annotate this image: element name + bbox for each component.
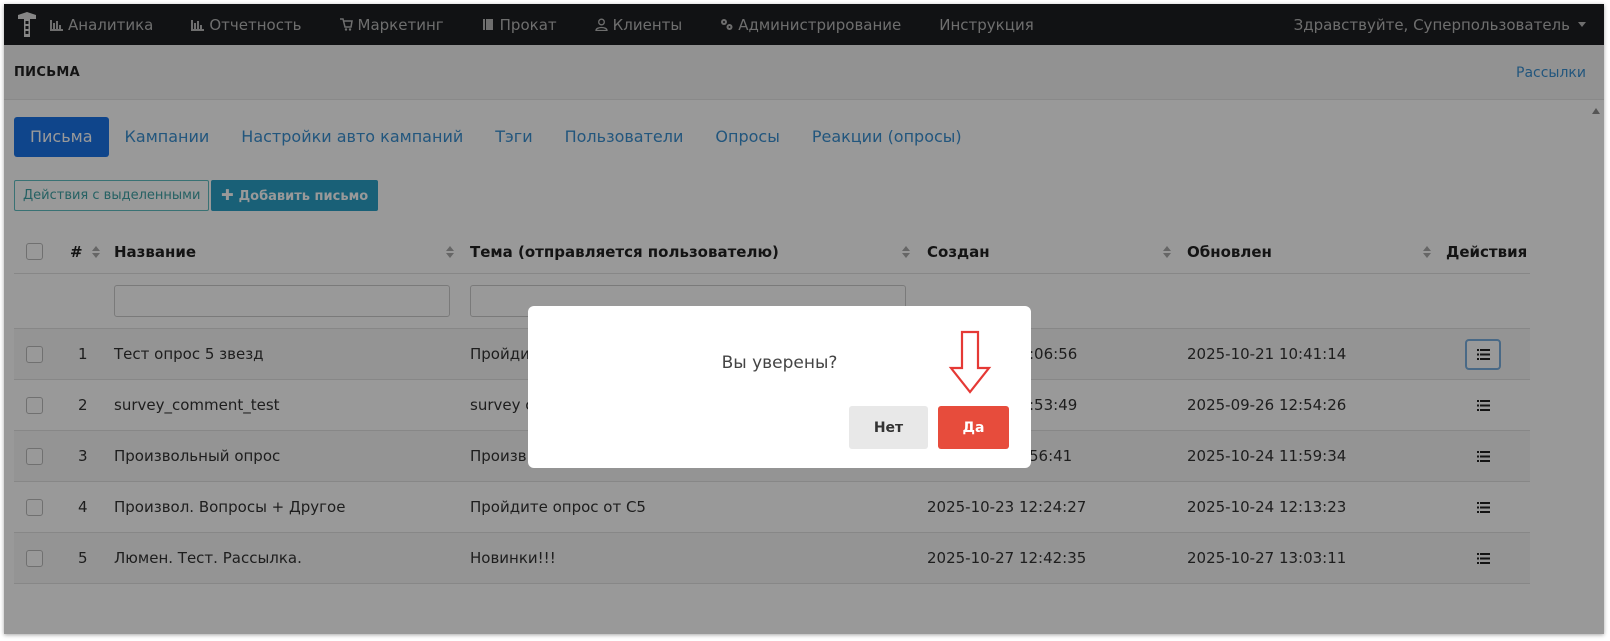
confirm-dialog: Вы уверены? Нет Да [528,306,1031,468]
no-button[interactable]: Нет [849,406,928,449]
app-window: Аналитика Отчетность Маркетинг Прокат Кл… [4,4,1604,634]
down-arrow-annotation-icon [948,330,992,394]
yes-button[interactable]: Да [938,406,1009,449]
scroll-up-arrow-icon[interactable] [1592,108,1600,114]
